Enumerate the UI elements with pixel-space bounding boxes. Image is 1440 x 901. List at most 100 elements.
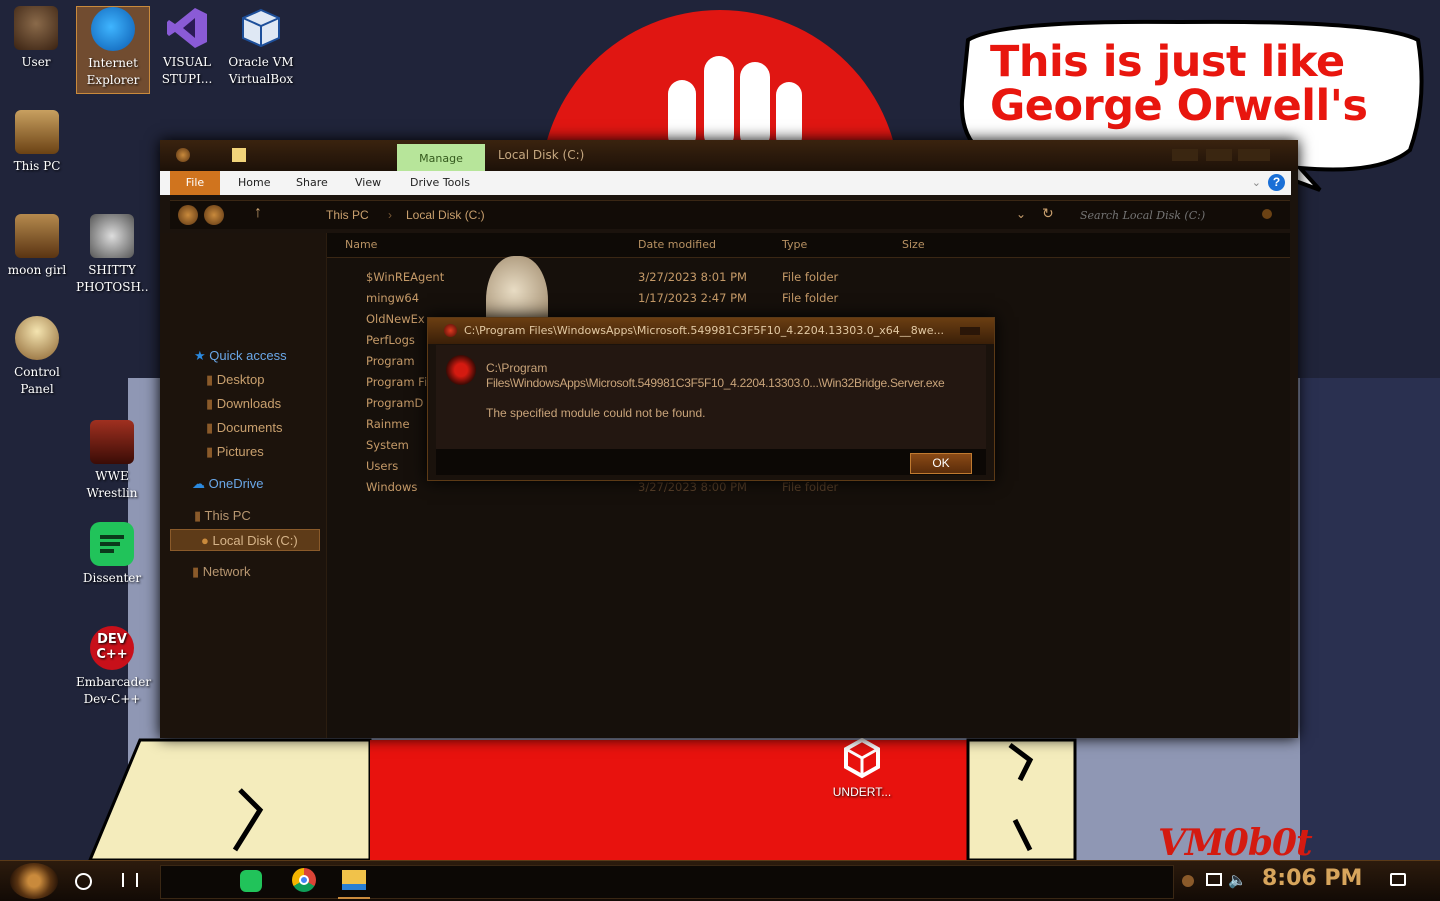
table-row[interactable]: mingw64 1/17/2023 2:47 PM File folder (327, 288, 1290, 309)
desktop-icon-this-pc[interactable]: This PC (1, 110, 73, 175)
dialog-app-icon (444, 324, 457, 337)
nav-onedrive[interactable]: ☁ OneDrive (192, 473, 264, 495)
nav-this-pc[interactable]: ▮ This PC (194, 505, 251, 527)
nav-label: OneDrive (208, 476, 264, 491)
desktop-icon-internet-explorer[interactable]: Internet Explorer (76, 6, 150, 94)
error-message: The specified module could not be found. (486, 406, 706, 420)
search-icon[interactable] (1262, 209, 1272, 219)
file-list: Name Date modified Type Size $WinREAgent… (327, 233, 1290, 738)
desktop-icon-visual-studio[interactable]: VISUAL STUPI... (151, 6, 223, 88)
maximize-button[interactable] (1206, 149, 1232, 161)
task-view-icon[interactable] (122, 873, 138, 887)
desktop-icon-devcpp[interactable]: DEV C++ Embarcader Dev-C++ (76, 626, 152, 708)
close-button[interactable] (1238, 149, 1270, 161)
tab-view[interactable]: View (355, 171, 381, 195)
file-name: OldNewEx (366, 312, 425, 326)
expand-ribbon-icon[interactable]: ⌄ (1252, 176, 1261, 189)
action-center-icon[interactable] (1390, 873, 1406, 886)
desktop-icon-photoshop[interactable]: SHITTY PHOTOSH.. (76, 214, 149, 296)
file-name: Program (366, 354, 415, 368)
up-arrow-icon[interactable]: ↑ (254, 204, 262, 222)
chevron-down-icon[interactable]: ⌄ (1016, 207, 1026, 221)
error-icon (446, 355, 476, 385)
navigation-pane: ★ Quick access ▮ Desktop ▮ Downloads ▮ D… (160, 233, 327, 738)
dissenter-taskbar-icon[interactable] (240, 870, 262, 892)
table-row[interactable]: $WinREAgent 3/27/2023 8:01 PM File folder (327, 267, 1290, 288)
refresh-icon[interactable]: ↻ (1042, 205, 1054, 222)
file-explorer-icon[interactable] (342, 870, 366, 890)
address-bar: ↑ This PC › Local Disk (C:) ⌄ ↻ (170, 200, 1290, 229)
tab-drive-tools[interactable]: Drive Tools (410, 171, 470, 195)
file-name: mingw64 (366, 291, 420, 305)
breadcrumb-local-disk[interactable]: Local Disk (C:) (406, 201, 485, 229)
desktop-icon-control-panel[interactable]: Control Panel (1, 316, 73, 398)
explorer-titlebar[interactable]: Manage Local Disk (C:) (160, 140, 1298, 171)
desktop-icon-label: VISUAL STUPI... (161, 55, 213, 86)
column-type[interactable]: Type (782, 233, 807, 257)
file-type: File folder (782, 291, 839, 305)
error-path-line2: Files\WindowsApps\Microsoft.549981C3F5F1… (486, 376, 945, 390)
nav-pictures[interactable]: ▮ Pictures (206, 441, 264, 463)
nav-quick-access[interactable]: ★ Quick access (194, 345, 287, 367)
nav-network[interactable]: ▮ Network (192, 561, 250, 583)
breadcrumb[interactable]: This PC › Local Disk (C:) (290, 201, 1090, 229)
dialog-body: C:\Program Files\WindowsApps\Microsoft.5… (436, 345, 986, 449)
tab-home[interactable]: Home (238, 171, 270, 195)
file-name: Rainme (366, 417, 410, 431)
help-icon[interactable]: ? (1268, 174, 1285, 191)
volume-muted-icon[interactable]: 🔈 (1228, 871, 1247, 889)
minimize-button[interactable] (1172, 149, 1198, 161)
computer-icon: ▮ (194, 508, 205, 523)
network-icon[interactable] (1206, 873, 1222, 886)
desktop-icon-virtualbox[interactable]: Oracle VM VirtualBox (225, 6, 297, 88)
nav-label: Pictures (216, 444, 264, 459)
desktop-icon-label: UNDERT... (832, 785, 892, 799)
star-icon: ★ (194, 348, 210, 363)
desktop-icon-undertale[interactable]: UNDERT... (826, 736, 898, 801)
desktop-icon-label: Internet Explorer (86, 56, 140, 87)
chrome-icon[interactable] (292, 868, 316, 892)
dialog-footer: OK (436, 449, 986, 475)
nav-downloads[interactable]: ▮ Downloads (206, 393, 281, 415)
column-name[interactable]: Name (345, 233, 377, 257)
start-orb-icon[interactable] (10, 863, 58, 899)
nav-documents[interactable]: ▮ Documents (206, 417, 283, 439)
tab-share[interactable]: Share (296, 171, 328, 195)
desktop-icon-dissenter[interactable]: Dissenter (76, 522, 148, 587)
search-input[interactable] (1078, 204, 1272, 226)
file-date: 1/17/2023 2:47 PM (638, 291, 747, 305)
tray-gear-icon[interactable] (1182, 875, 1194, 887)
dissenter-icon (90, 522, 134, 566)
nav-label: This PC (204, 508, 251, 523)
desktop-icon-moon-girl[interactable]: moon girl (1, 214, 73, 279)
nav-label: Local Disk (C:) (212, 533, 298, 548)
desktop-icon-label: This PC (13, 159, 61, 173)
nav-local-disk[interactable]: ● Local Disk (C:) (170, 529, 320, 551)
column-date-modified[interactable]: Date modified (638, 233, 716, 257)
chrome-center-icon (299, 875, 309, 885)
file-name: Windows (366, 480, 418, 494)
desktop-icon-label: Dissenter (82, 571, 142, 585)
tab-manage[interactable]: Manage (397, 144, 485, 171)
file-date: 3/27/2023 8:01 PM (638, 270, 747, 284)
forward-button[interactable] (204, 205, 224, 225)
quick-access-toolbar-icon[interactable] (176, 148, 190, 162)
desktop-icon-label: Embarcader Dev-C++ (76, 675, 152, 706)
dialog-close-button[interactable] (960, 327, 980, 335)
dialog-titlebar[interactable]: C:\Program Files\WindowsApps\Microsoft.5… (428, 318, 994, 344)
file-name: PerfLogs (366, 333, 415, 347)
ok-button[interactable]: OK (910, 453, 972, 474)
desktop-icon-wwe[interactable]: WWE Wrestlin (76, 420, 148, 502)
desktop-icon-label: moon girl (7, 263, 67, 277)
breadcrumb-this-pc[interactable]: This PC (326, 201, 369, 229)
error-dialog: C:\Program Files\WindowsApps\Microsoft.5… (427, 317, 995, 481)
nav-desktop[interactable]: ▮ Desktop (206, 369, 264, 391)
active-app-underline (338, 897, 370, 899)
clock-time[interactable]: 8:06 PM (1262, 866, 1362, 891)
speech-bubble-text: This is just like George Orwell's 1984 (990, 40, 1368, 130)
back-button[interactable] (178, 205, 198, 225)
desktop-icon-user[interactable]: User (0, 6, 72, 71)
search-circle-icon[interactable] (75, 873, 92, 890)
column-size[interactable]: Size (902, 233, 925, 257)
tab-file[interactable]: File (170, 171, 220, 195)
